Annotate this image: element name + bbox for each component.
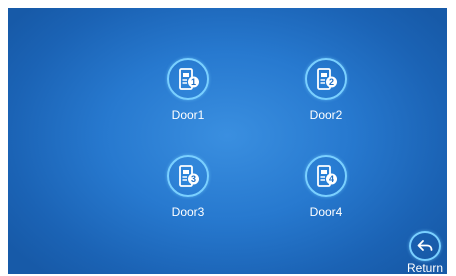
door-unlock-2-icon: 2 xyxy=(305,58,347,100)
door-number-4: 4 xyxy=(329,174,334,184)
door-selection-screen: 1 Door1 2 Door2 3 Door3 4 Door4 Return xyxy=(8,8,447,275)
door-1-button[interactable]: 1 Door1 xyxy=(148,58,228,138)
return-button[interactable]: Return xyxy=(403,231,447,275)
door-number-1: 1 xyxy=(191,77,196,87)
door-2-label: Door2 xyxy=(309,108,343,122)
door-4-button[interactable]: 4 Door4 xyxy=(286,155,366,235)
door-1-label: Door1 xyxy=(171,108,205,122)
door-2-button[interactable]: 2 Door2 xyxy=(286,58,366,138)
door-4-label: Door4 xyxy=(309,205,343,219)
door-unlock-1-icon: 1 xyxy=(167,58,209,100)
door-3-label: Door3 xyxy=(171,205,205,219)
door-3-button[interactable]: 3 Door3 xyxy=(148,155,228,235)
return-label: Return xyxy=(406,261,444,275)
door-number-3: 3 xyxy=(191,174,196,184)
door-unlock-3-icon: 3 xyxy=(167,155,209,197)
door-number-2: 2 xyxy=(329,77,334,87)
return-arrow-icon xyxy=(409,231,441,261)
door-unlock-4-icon: 4 xyxy=(305,155,347,197)
